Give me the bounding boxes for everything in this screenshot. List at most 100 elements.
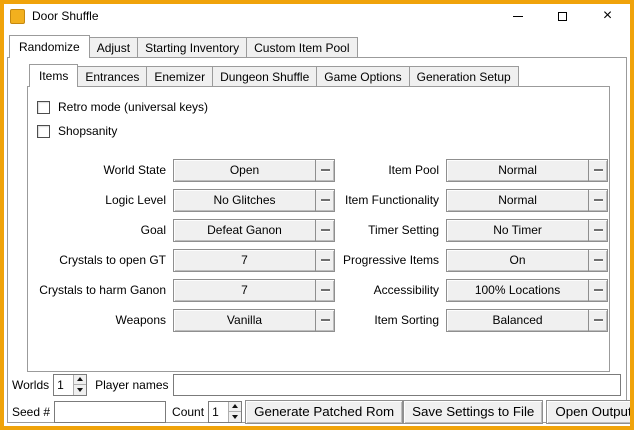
retro-mode-label: Retro mode (universal keys) [58, 100, 208, 114]
arrow-up-icon [77, 377, 83, 381]
tab-game-options-label: Game Options [324, 70, 401, 84]
tab-starting-inventory[interactable]: Starting Inventory [137, 37, 247, 57]
timer-setting-value: No Timer [447, 220, 588, 241]
items-pane: Retro mode (universal keys) Shopsanity W… [27, 86, 610, 372]
footer: Worlds 1 Player names Seed # [12, 372, 621, 424]
item-functionality-dropdown[interactable]: Normal [446, 189, 608, 212]
window-frame: Door Shuffle × Randomize Adjust Starting… [4, 4, 630, 426]
save-settings-button[interactable]: Save Settings to File [403, 400, 543, 424]
open-output-directory-button[interactable]: Open Output Directory [546, 400, 630, 424]
world-state-value: Open [174, 160, 315, 181]
seed-input[interactable] [54, 401, 166, 423]
arrow-down-icon [77, 388, 83, 392]
tab-adjust-label: Adjust [97, 41, 130, 55]
shopsanity-checkbox[interactable]: Shopsanity [37, 119, 603, 143]
timer-setting-dropdown[interactable]: No Timer [446, 219, 608, 242]
worlds-spin-buttons [73, 375, 86, 395]
tab-enemizer-label: Enemizer [154, 70, 205, 84]
item-sorting-dropdown[interactable]: Balanced [446, 309, 608, 332]
tab-randomize[interactable]: Randomize [9, 35, 90, 58]
retro-mode-checkbox[interactable]: Retro mode (universal keys) [37, 95, 603, 119]
maximize-icon [558, 12, 567, 21]
goal-label: Goal [35, 223, 166, 237]
worlds-spinbox[interactable]: 1 [53, 374, 87, 396]
option-row: Item Functionality Normal [343, 185, 608, 215]
item-sorting-value: Balanced [447, 310, 588, 331]
close-button[interactable]: × [585, 4, 630, 28]
item-pool-dropdown[interactable]: Normal [446, 159, 608, 182]
maximize-button[interactable] [540, 4, 585, 28]
option-row: Timer Setting No Timer [343, 215, 608, 245]
world-state-dropdown[interactable]: Open [173, 159, 335, 182]
tab-adjust[interactable]: Adjust [89, 37, 138, 57]
accessibility-value: 100% Locations [447, 280, 588, 301]
item-sorting-label: Item Sorting [343, 313, 439, 327]
shopsanity-label: Shopsanity [58, 124, 117, 138]
count-spin-buttons [228, 402, 241, 422]
dropdown-indicator-icon [588, 310, 607, 331]
crystals-open-gt-dropdown[interactable]: 7 [173, 249, 335, 272]
outer-tab-bar: Randomize Adjust Starting Inventory Cust… [7, 34, 627, 57]
tab-generation-setup[interactable]: Generation Setup [409, 66, 519, 86]
item-functionality-label: Item Functionality [343, 193, 439, 207]
progressive-items-value: On [447, 250, 588, 271]
weapons-dropdown[interactable]: Vanilla [173, 309, 335, 332]
dropdown-indicator-icon [588, 190, 607, 211]
tab-dungeon-shuffle[interactable]: Dungeon Shuffle [212, 66, 317, 86]
window-body: Randomize Adjust Starting Inventory Cust… [4, 28, 630, 426]
player-names-input[interactable] [173, 374, 622, 396]
minimize-button[interactable] [495, 4, 540, 28]
spin-up-button[interactable] [229, 402, 241, 412]
window: Door Shuffle × Randomize Adjust Starting… [0, 0, 634, 430]
dropdown-indicator-icon [588, 280, 607, 301]
accessibility-dropdown[interactable]: 100% Locations [446, 279, 608, 302]
seed-label: Seed # [12, 405, 50, 419]
dropdown-indicator-icon [588, 250, 607, 271]
dropdown-indicator-icon [315, 310, 334, 331]
option-row: Logic Level No Glitches [35, 185, 335, 215]
option-row: Crystals to harm Ganon 7 [35, 275, 335, 305]
tab-items[interactable]: Items [29, 64, 78, 87]
logic-level-value: No Glitches [174, 190, 315, 211]
worlds-row: Worlds 1 Player names [12, 372, 621, 397]
dropdown-indicator-icon [588, 160, 607, 181]
spin-down-button[interactable] [229, 411, 241, 422]
title-bar[interactable]: Door Shuffle × [4, 4, 630, 28]
logic-level-dropdown[interactable]: No Glitches [173, 189, 335, 212]
progressive-items-label: Progressive Items [343, 253, 439, 267]
goal-value: Defeat Ganon [174, 220, 315, 241]
crystals-harm-ganon-dropdown[interactable]: 7 [173, 279, 335, 302]
weapons-label: Weapons [35, 313, 166, 327]
minimize-icon [513, 16, 523, 17]
count-spinbox[interactable]: 1 [208, 401, 242, 423]
tab-entrances-label: Entrances [85, 70, 139, 84]
count-value[interactable]: 1 [209, 402, 228, 422]
crystals-harm-ganon-value: 7 [174, 280, 315, 301]
tab-generation-setup-label: Generation Setup [417, 70, 511, 84]
progressive-items-dropdown[interactable]: On [446, 249, 608, 272]
crystals-harm-ganon-label: Crystals to harm Ganon [35, 283, 166, 297]
generate-patched-rom-button[interactable]: Generate Patched Rom [245, 400, 403, 424]
option-row: Progressive Items On [343, 245, 608, 275]
dropdown-indicator-icon [315, 160, 334, 181]
spin-up-button[interactable] [74, 375, 86, 385]
tab-game-options[interactable]: Game Options [316, 66, 409, 86]
arrow-down-icon [232, 415, 238, 419]
player-names-label: Player names [95, 378, 168, 392]
tab-enemizer[interactable]: Enemizer [146, 66, 213, 86]
goal-dropdown[interactable]: Defeat Ganon [173, 219, 335, 242]
worlds-value[interactable]: 1 [54, 375, 73, 395]
count-label: Count [172, 405, 204, 419]
dropdown-indicator-icon [588, 220, 607, 241]
spin-down-button[interactable] [74, 384, 86, 395]
option-row: Goal Defeat Ganon [35, 215, 335, 245]
tab-custom-item-pool-label: Custom Item Pool [254, 41, 349, 55]
arrow-up-icon [232, 404, 238, 408]
app-icon [10, 9, 25, 24]
window-controls: × [495, 4, 630, 28]
crystals-open-gt-value: 7 [174, 250, 315, 271]
worlds-label: Worlds [12, 378, 49, 392]
tab-entrances[interactable]: Entrances [77, 66, 147, 86]
tab-custom-item-pool[interactable]: Custom Item Pool [246, 37, 357, 57]
item-functionality-value: Normal [447, 190, 588, 211]
